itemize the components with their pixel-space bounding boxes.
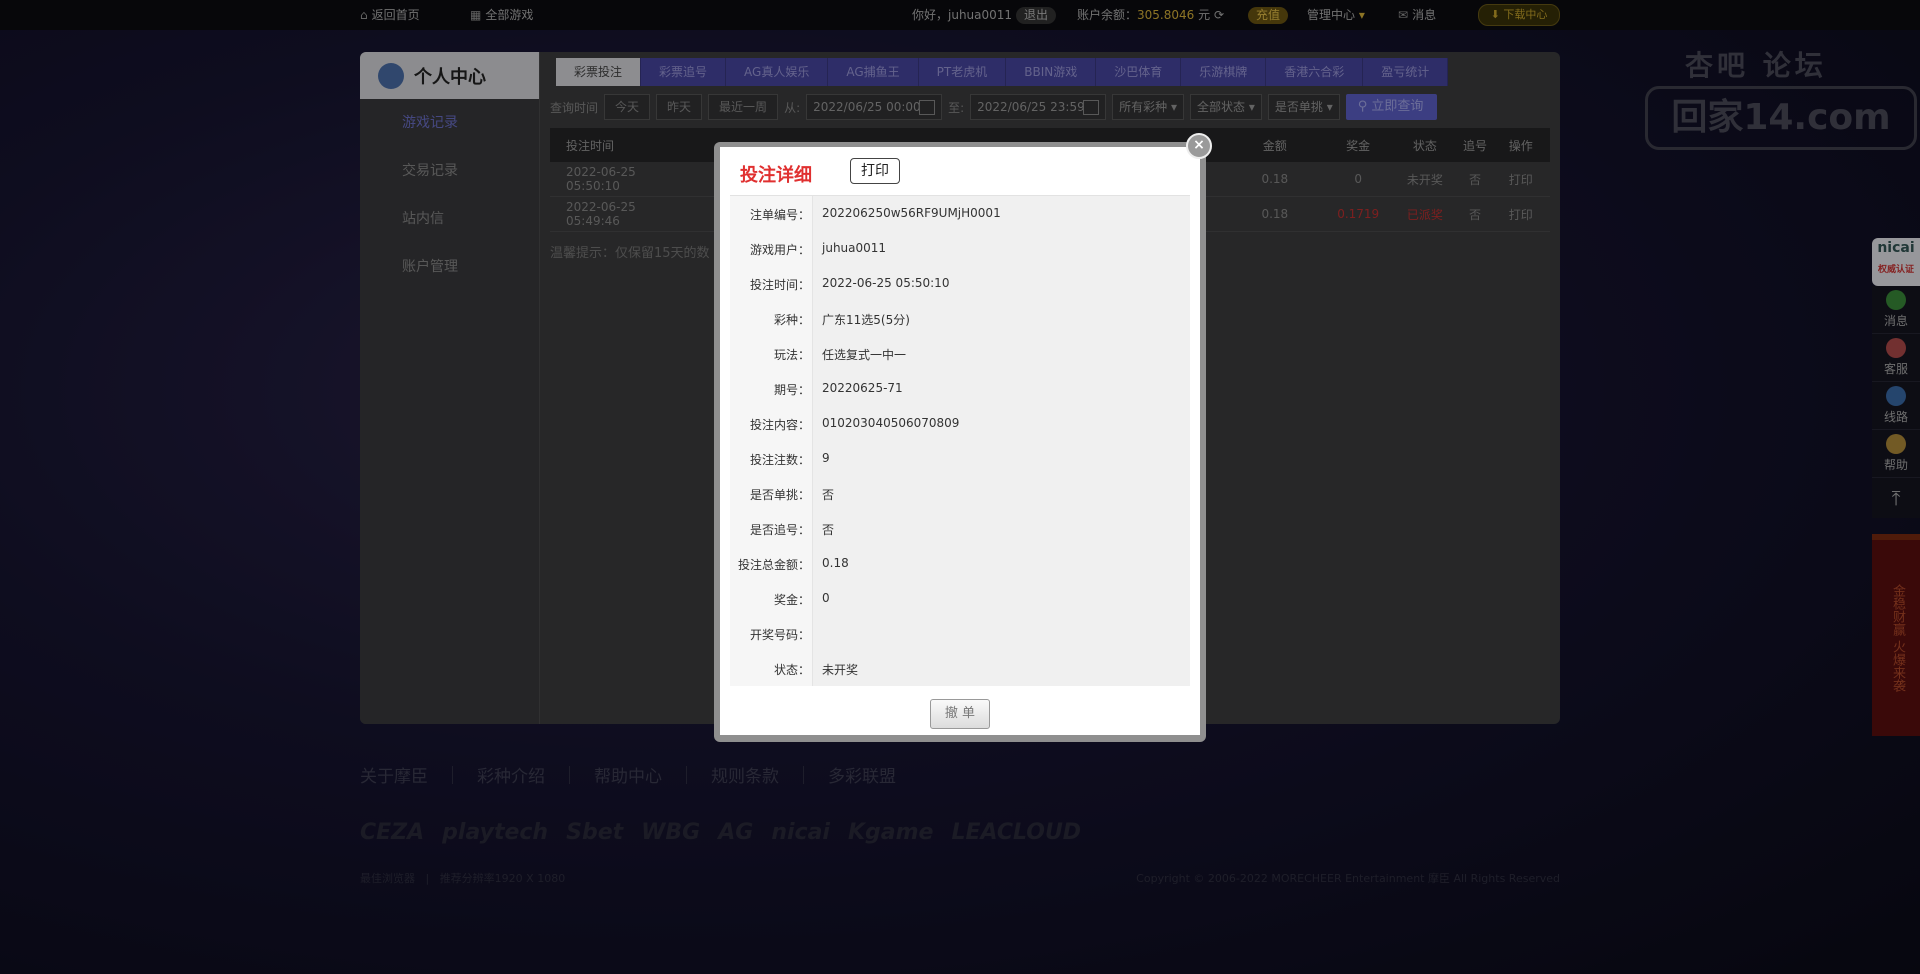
detail-row: 玩法： 任选复式一中一 <box>773 348 907 362</box>
detail-row: 游戏用户： juhua0011 <box>749 241 887 257</box>
detail-row: 是否追号：否 <box>749 523 835 537</box>
close-icon[interactable]: × <box>1186 133 1212 159</box>
detail-row: 奖金： 0 <box>773 591 830 607</box>
detail-row: 开奖号码： <box>749 628 810 642</box>
detail-row: 注单编号： 202206250w56RF9UMjH0001 <box>749 206 1001 222</box>
detail-row: 彩种： 广东11选5(5分) <box>773 313 910 327</box>
detail-row: 是否单挑：否 <box>749 488 835 502</box>
detail-row: 状态： 未开奖 <box>773 663 859 677</box>
detail-row: 投注时间： 2022-06-25 05:50:10 <box>749 276 950 292</box>
modal-title: 投注详细 <box>740 165 812 186</box>
bet-detail-table: 注单编号： 202206250w56RF9UMjH0001 游戏用户： juhua0… <box>730 195 1190 686</box>
detail-row: 期号： 20220625-71 <box>773 381 903 397</box>
print-button[interactable]: 打印 <box>850 158 900 184</box>
detail-row: 投注内容： 010203040506070809 <box>749 416 960 432</box>
detail-row: 投注注数： 9 <box>749 451 830 467</box>
cancel-bet-button[interactable]: 撤 单 <box>930 699 990 729</box>
detail-row: 投注总金额： 0.18 <box>737 556 849 572</box>
bet-detail-modal: 投注详细 打印 注单编号： 202206250w56RF9UMjH0001 游戏用… <box>720 147 1200 735</box>
